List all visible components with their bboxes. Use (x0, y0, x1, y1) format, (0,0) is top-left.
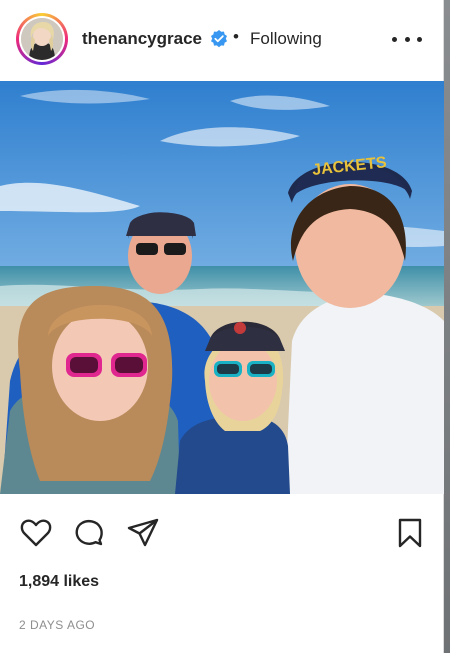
background-strip (444, 0, 450, 653)
separator-dot: • (233, 27, 239, 46)
post-card: thenancygrace • Following JACKETS 1,894 … (0, 0, 444, 653)
verified-badge-icon (209, 29, 229, 49)
username[interactable]: thenancygrace (82, 29, 202, 49)
post-header: thenancygrace • Following (0, 0, 444, 80)
post-actions (0, 508, 444, 558)
post-timestamp[interactable]: 2 DAYS AGO (19, 618, 95, 632)
bookmark-icon[interactable] (393, 516, 427, 550)
comment-icon[interactable] (72, 516, 106, 550)
share-icon[interactable] (126, 516, 160, 550)
avatar[interactable] (16, 13, 68, 65)
heart-icon[interactable] (19, 516, 53, 550)
post-photo[interactable]: JACKETS (0, 81, 444, 494)
more-options-icon[interactable] (392, 28, 422, 50)
following-button[interactable]: Following (250, 29, 322, 49)
like-count[interactable]: 1,894 likes (19, 573, 99, 591)
